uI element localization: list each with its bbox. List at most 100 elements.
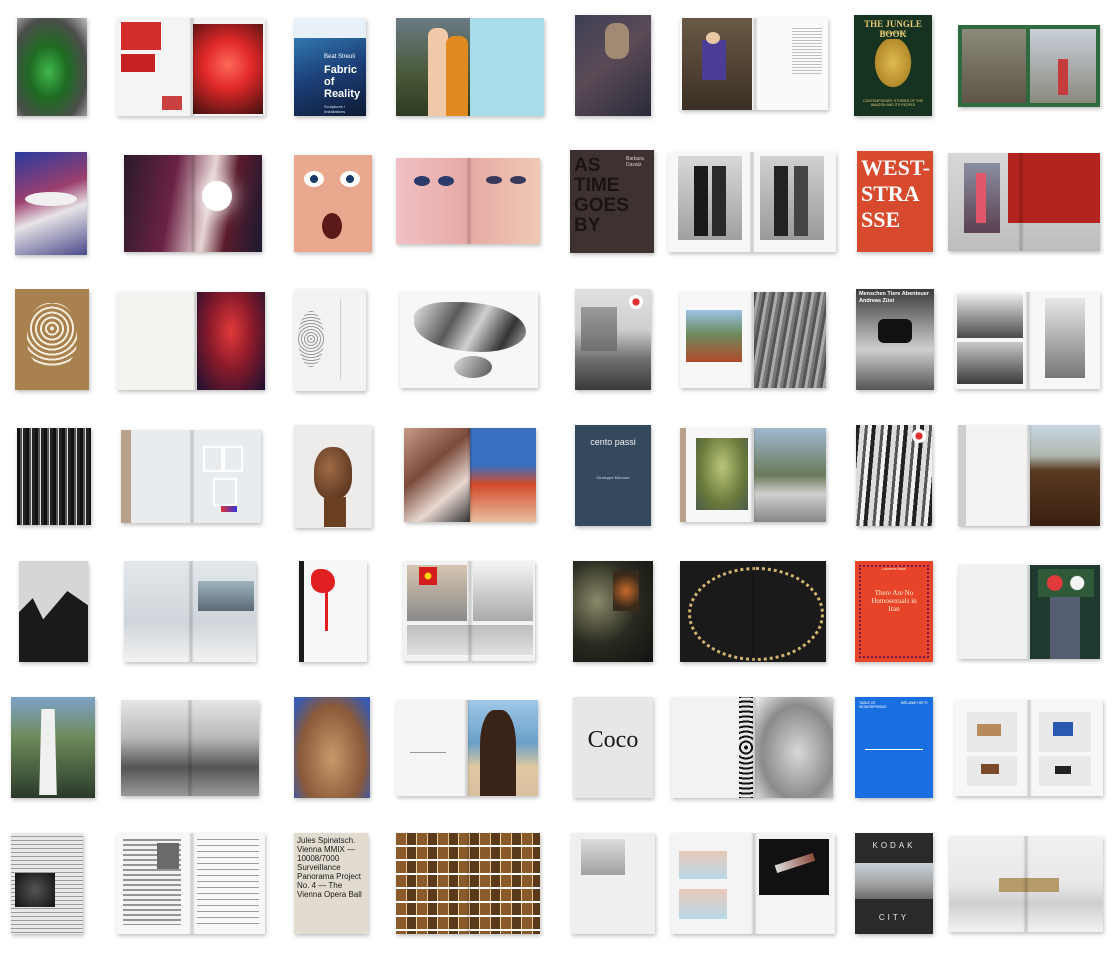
gold-emblem: [872, 39, 914, 91]
book-cover-jungle-book[interactable]: THE JUNGLE BOOK YANN GROSS CONTEMPORARY …: [854, 15, 932, 116]
gutter: [749, 152, 755, 252]
page-left: [680, 428, 686, 522]
book-cover-surprised-face[interactable]: [294, 155, 372, 252]
book-cover-kodak-city[interactable]: KODAK CITY: [855, 833, 933, 934]
photo: [712, 166, 726, 236]
photo: [981, 764, 999, 774]
book-cover-coco[interactable]: Coco: [573, 697, 653, 798]
photo: [121, 22, 161, 50]
book-cover-green-smoke[interactable]: [17, 18, 87, 116]
photo: [581, 839, 625, 875]
book-spread-red-stage[interactable]: [117, 18, 265, 116]
book-spread-snow-scene[interactable]: [124, 561, 256, 662]
book-spread-trees-rubble[interactable]: [680, 428, 826, 522]
book-spread-frames[interactable]: [121, 430, 261, 523]
gutter: [1026, 565, 1032, 659]
gutter: [750, 561, 756, 662]
photo: [39, 709, 57, 795]
book-spread-beach-man[interactable]: [396, 700, 538, 796]
book-cover-newspaper-collage[interactable]: [11, 833, 83, 934]
gutter: [1018, 153, 1024, 251]
book-spread-flower-suit[interactable]: [958, 565, 1100, 659]
photo: [688, 567, 824, 661]
gutter: [189, 430, 195, 523]
book-spread-woman-portrait[interactable]: [680, 18, 828, 110]
book-spread-street[interactable]: [403, 561, 535, 661]
book-cover-as-time-goes-by[interactable]: AS TIME GOES BY Barbara Davatz: [570, 150, 654, 253]
gutter: [467, 428, 473, 522]
cover-title: TABLE OF ISOMORPHISMS: [859, 701, 887, 709]
book-spread-girls-street[interactable]: [396, 18, 544, 116]
book-cover-menschen-tiere[interactable]: Menschen Tiere Abenteuer Andreas Züst: [856, 289, 934, 390]
book-spread-couples[interactable]: [668, 152, 836, 252]
book-spread-chain[interactable]: [680, 561, 826, 662]
book-spread-landscape-rock[interactable]: [680, 292, 826, 388]
book-cover-mask[interactable]: [15, 289, 89, 390]
book-spread-green-border[interactable]: [958, 25, 1100, 107]
flag: [419, 567, 437, 585]
cover-subtitle: CITY: [878, 913, 910, 922]
book-spread-small-image[interactable]: [571, 833, 655, 934]
cover-author: Barbara Davatz: [626, 156, 644, 168]
book-spread-boxer-portrait[interactable]: [958, 425, 1100, 526]
photo: [855, 863, 933, 899]
book-cover-concrete-road[interactable]: [575, 289, 651, 390]
photo: [686, 310, 742, 362]
book-cover-jules-spinatsch[interactable]: Jules Spinatsch. Vienna MMIX — 10008/700…: [294, 833, 368, 934]
book-cover-woman-earrings[interactable]: [294, 425, 372, 528]
book-spread-desert-town[interactable]: [949, 836, 1103, 932]
photo: [999, 878, 1059, 892]
book-spread-suburb-bw[interactable]: [121, 700, 259, 796]
book-cover-fabric-of-reality[interactable]: Beat Streuli Fabric of Reality Sculpture…: [294, 18, 366, 116]
photo: [19, 591, 88, 662]
book-cover-tree-trunk[interactable]: [11, 697, 95, 798]
gutter: [1026, 700, 1032, 796]
book-spread-red-costume[interactable]: [117, 292, 265, 390]
book-cover-dots-oval[interactable]: [294, 289, 366, 391]
photo: [760, 156, 824, 240]
photo: [581, 307, 617, 351]
photo: [696, 438, 748, 510]
book-cover-winter-forest[interactable]: [856, 425, 932, 526]
book-cover-black-shape[interactable]: [19, 561, 88, 662]
book-cover-flowers-dark[interactable]: [573, 561, 653, 662]
book-cover-table-of-isomorphisms[interactable]: TABLE OF ISOMORPHISMS MÉLANIE HEFTI: [855, 697, 933, 798]
cover-title: Jules Spinatsch. Vienna MMIX — 10008/700…: [297, 836, 362, 899]
book-cover-texture[interactable]: [17, 428, 91, 525]
text-line: [410, 752, 446, 753]
book-spread-truck[interactable]: [948, 153, 1100, 251]
cover-title: Coco: [587, 727, 639, 753]
photo: [414, 176, 430, 186]
book-spread-collage-flowers[interactable]: [404, 428, 536, 522]
book-spread-glass-object[interactable]: [671, 833, 835, 934]
cover-title: THE JUNGLE BOOK: [864, 19, 922, 39]
book-spread-light-tunnel[interactable]: [124, 155, 262, 252]
photo: [27, 303, 77, 367]
gutter: [750, 428, 756, 522]
book-spread-leopard-portrait[interactable]: [671, 697, 833, 798]
photo: [223, 446, 243, 472]
book-cover-no-homosexuals-iran[interactable]: There Are No Homosexuals in Iran Laurenc…: [855, 561, 933, 662]
book-spread-documents[interactable]: [117, 833, 265, 934]
cover-author: YANN GROSS: [879, 30, 907, 35]
book-cover-collage[interactable]: [15, 152, 87, 255]
book-spread-silver-sculpture[interactable]: [400, 292, 538, 388]
photo: [976, 173, 986, 223]
gutter: [193, 292, 199, 390]
book-cover-weststrasse[interactable]: WEST-STRASSE: [857, 151, 933, 252]
photo: [706, 32, 720, 44]
page-right-photo: [755, 697, 833, 798]
cover-subtitle: CONTEMPORARY STORIES OF THE AMAZON AND I…: [863, 99, 923, 107]
book-spread-grid-photos[interactable]: [396, 833, 540, 934]
book-cover-cento-passi[interactable]: cento passi Giuseppe Mizzone: [575, 425, 651, 526]
book-cover-red-splash[interactable]: [299, 561, 367, 662]
book-cover-dark-figure[interactable]: [575, 15, 651, 116]
book-spread-portraits-bw[interactable]: [955, 292, 1100, 389]
book-spread-objects[interactable]: [955, 700, 1103, 796]
book-spread-two-faces[interactable]: [396, 158, 540, 244]
book-cover-bare-back[interactable]: [294, 697, 370, 798]
gutter: [751, 697, 757, 798]
photo: [678, 156, 742, 240]
page-right-photo: [470, 428, 536, 522]
badge: [912, 429, 926, 443]
